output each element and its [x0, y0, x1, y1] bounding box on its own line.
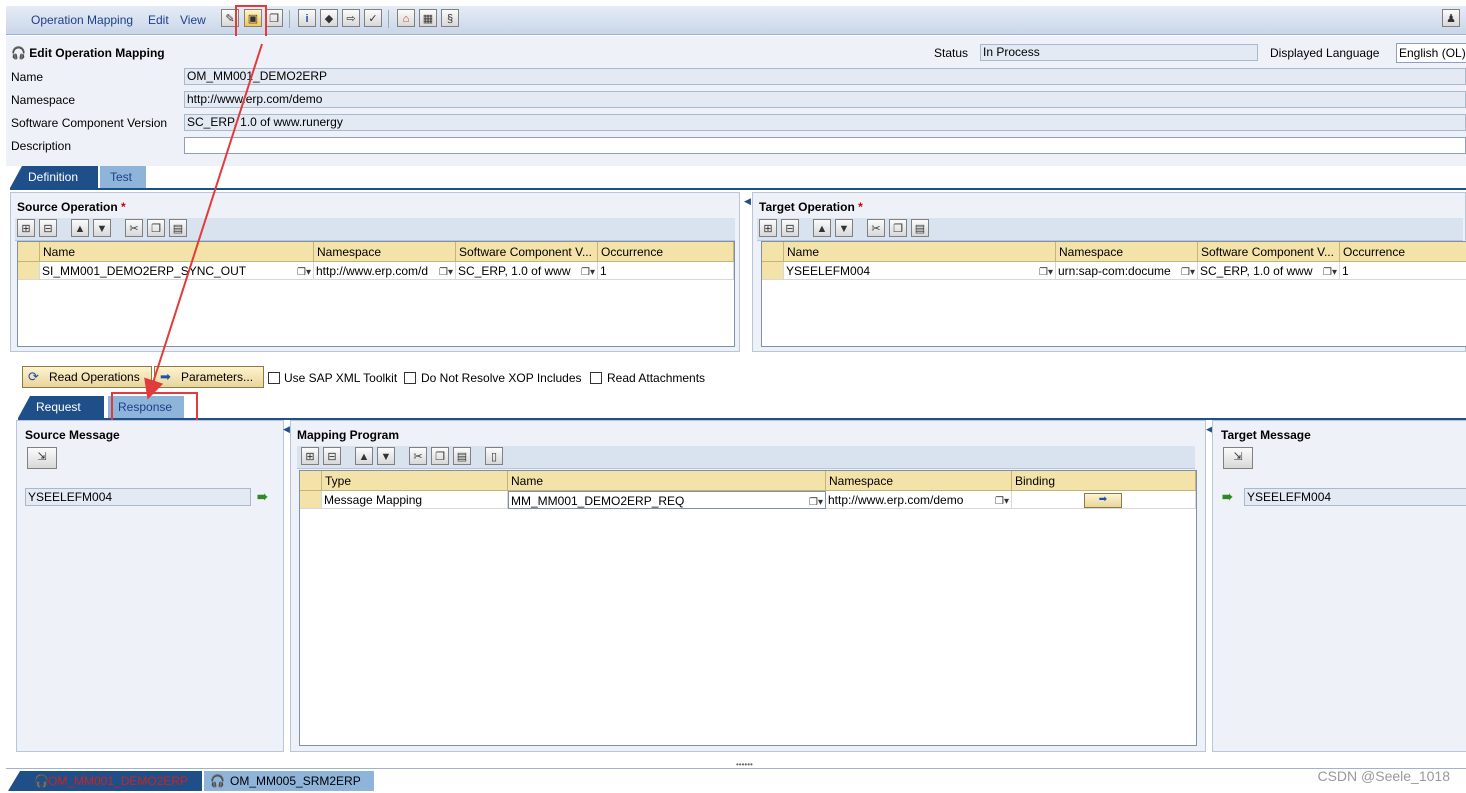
- annotation-arrow: [144, 43, 263, 400]
